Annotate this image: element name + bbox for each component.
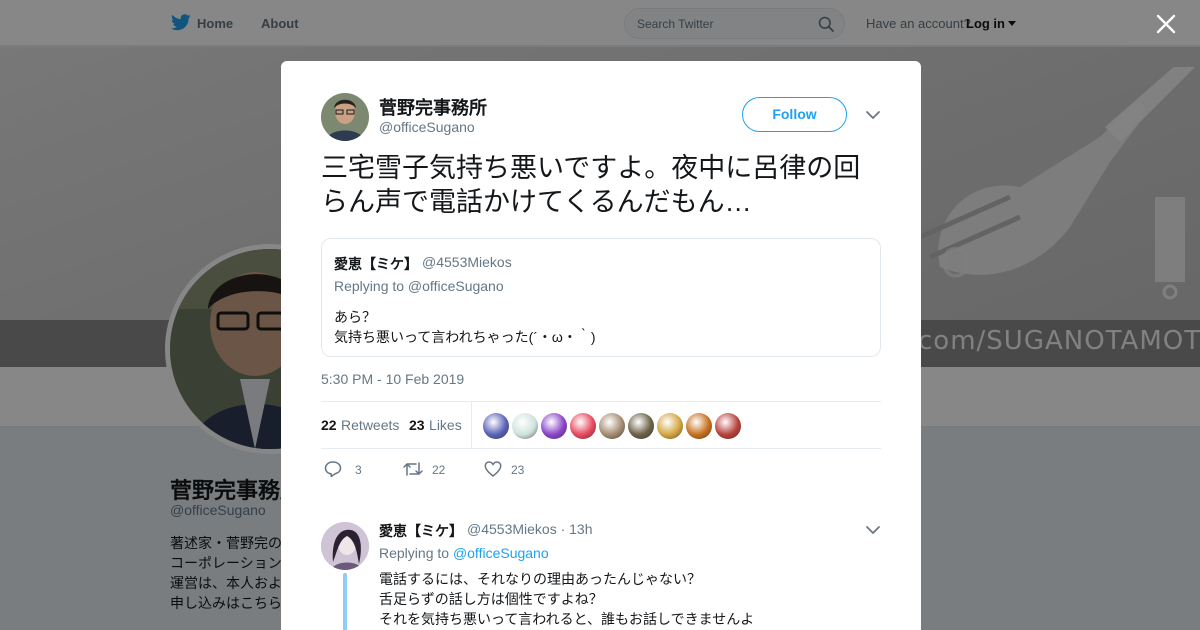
liker-avatar[interactable] — [628, 413, 654, 439]
close-icon[interactable] — [1156, 14, 1176, 34]
author-photo — [321, 93, 369, 141]
heart-icon — [484, 461, 502, 477]
quoted-text-line: 気持ち悪いって言われちゃった(´・ω・｀) — [334, 329, 596, 345]
chevron-down-icon[interactable] — [865, 524, 881, 536]
reply-handle-time[interactable]: @4553Miekos · 13h — [467, 521, 593, 537]
likes-label: Likes — [429, 417, 462, 433]
quoted-tweet[interactable]: 愛恵【ミケ】 @4553Miekos Replying to @officeSu… — [321, 238, 881, 357]
reply-text-line: 電話するには、それなりの理由あったんじゃない？ — [379, 571, 701, 587]
liker-avatar[interactable] — [570, 413, 596, 439]
quoted-replying-to: Replying to @officeSugano — [334, 278, 504, 294]
liker-avatar[interactable] — [512, 413, 538, 439]
author-name[interactable]: 菅野完事務所 — [379, 94, 487, 120]
reply-text-line: 舌足らずの話し方は個性ですよね？ — [379, 591, 603, 607]
retweets-count: 22 — [321, 417, 337, 433]
liker-avatar[interactable] — [483, 413, 509, 439]
reply-icon — [324, 461, 342, 478]
quoted-author-name: 愛恵【ミケ】 — [334, 256, 418, 272]
tweet-stats: 22 Retweets 23 Likes — [321, 401, 881, 449]
like-count: 23 — [511, 463, 525, 477]
likes-count: 23 — [409, 417, 425, 433]
retweet-icon — [403, 462, 423, 476]
retweet-count: 22 — [432, 463, 446, 477]
reply-replying-to: Replying to @officeSugano — [379, 545, 549, 561]
reply-author-photo — [321, 522, 369, 570]
reply-separator — [281, 499, 921, 509]
chevron-down-icon[interactable] — [865, 109, 881, 121]
tweet-text: 三宅雪子気持ち悪いですよ。夜中に呂律の回らん声で電話かけてくるんだもん… — [321, 153, 861, 217]
liker-avatar[interactable] — [541, 413, 567, 439]
author-avatar[interactable] — [321, 93, 369, 141]
liker-avatar[interactable] — [715, 413, 741, 439]
tweet-timestamp[interactable]: 5:30 PM - 10 Feb 2019 — [321, 371, 464, 387]
reply-text: 電話するには、それなりの理由あったんじゃない？ 舌足らずの話し方は個性ですよね？… — [379, 569, 754, 629]
reply-count: 3 — [355, 463, 362, 477]
thread-line — [343, 573, 347, 630]
reply-text-line: それを気持ち悪いって言われると、誰もお話しできませんよ — [379, 611, 755, 627]
tweet-permalink-modal: 菅野完事務所 @officeSugano Follow 三宅雪子気持ち悪いですよ… — [281, 61, 921, 630]
quoted-author-handle: @4553Miekos — [422, 254, 512, 270]
follow-button[interactable]: Follow — [742, 97, 847, 132]
replying-prefix: Replying to — [379, 545, 450, 561]
reply-author-name[interactable]: 愛恵【ミケ】 — [379, 521, 463, 541]
liker-avatar[interactable] — [657, 413, 683, 439]
stats-divider — [471, 402, 472, 448]
retweets-stat[interactable]: 22 Retweets — [321, 417, 399, 435]
tweet-actions: 3 22 23 — [321, 459, 881, 481]
replying-handle-link[interactable]: @officeSugano — [453, 545, 549, 561]
retweets-label: Retweets — [341, 417, 400, 433]
liker-avatar[interactable] — [599, 413, 625, 439]
liker-avatar[interactable] — [686, 413, 712, 439]
quoted-text-line: あら？ — [334, 309, 376, 325]
author-handle[interactable]: @officeSugano — [379, 119, 475, 135]
reply-author-avatar[interactable] — [321, 522, 369, 570]
likes-stat[interactable]: 23 Likes — [409, 417, 462, 435]
